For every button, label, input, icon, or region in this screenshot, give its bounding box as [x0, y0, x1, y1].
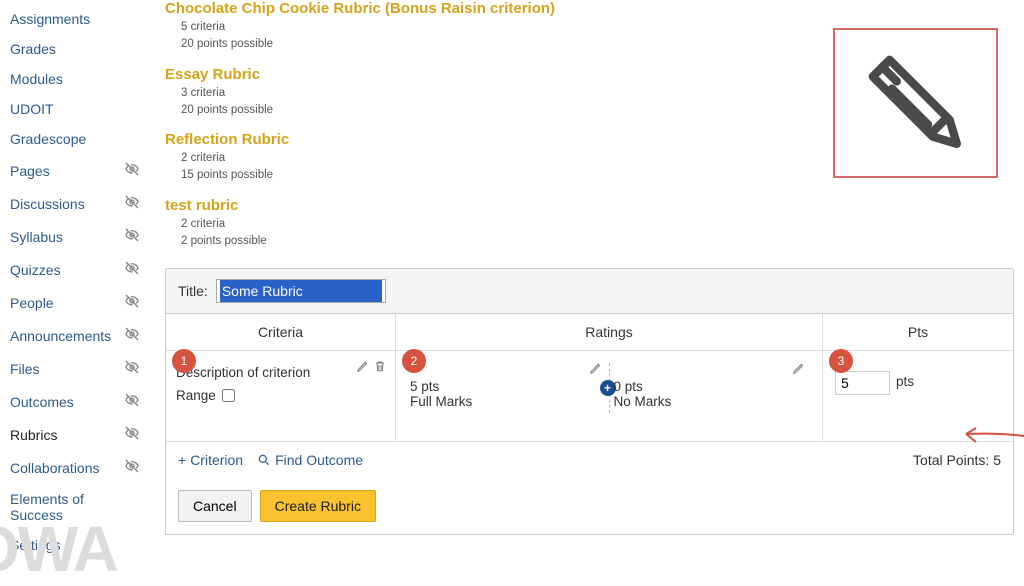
pencil-icon[interactable]: [792, 361, 806, 378]
range-label: Range: [176, 388, 216, 403]
button-row: Cancel Create Rubric: [166, 478, 1013, 534]
iowa-watermark: OWA: [0, 512, 117, 586]
hidden-icon: [124, 227, 140, 246]
hidden-icon: [124, 359, 140, 378]
hidden-icon: [124, 425, 140, 444]
rubric-editor: Title: Criteria 1 Description of criteri…: [165, 268, 1014, 535]
nav-item-discussions[interactable]: Discussions: [6, 187, 144, 220]
nav-item-label: UDOIT: [10, 101, 54, 117]
editor-footer: + Criterion Find Outcome Total Points: 5: [166, 441, 1013, 478]
nav-item-modules[interactable]: Modules: [6, 64, 144, 94]
annotation-arrow: [960, 422, 1024, 452]
nav-item-udoit[interactable]: UDOIT: [6, 94, 144, 124]
title-label: Title:: [178, 283, 208, 299]
points-input[interactable]: [835, 371, 890, 395]
nav-item-collaborations[interactable]: Collaborations: [6, 451, 144, 484]
nav-item-label: Collaborations: [10, 460, 100, 476]
rubric-item: test rubric 2 criteria2 points possible: [165, 197, 1014, 251]
rating-label: No Marks: [614, 394, 809, 409]
criterion-tools: [356, 359, 387, 373]
nav-item-label: Syllabus: [10, 229, 63, 245]
nav-item-label: Grades: [10, 41, 56, 57]
rating-points: 0 pts: [614, 379, 809, 394]
rubric-link[interactable]: test rubric: [165, 197, 1014, 214]
nav-item-people[interactable]: People: [6, 286, 144, 319]
pencil-icon[interactable]: [589, 361, 603, 378]
pts-cell: 3 pts: [823, 351, 1013, 419]
nav-item-label: Modules: [10, 71, 63, 87]
nav-item-quizzes[interactable]: Quizzes: [6, 253, 144, 286]
nav-item-rubrics[interactable]: Rubrics: [6, 418, 144, 451]
hidden-icon: [124, 458, 140, 477]
rating-label: Full Marks: [410, 394, 605, 409]
rating-cell: 5 pts Full Marks: [406, 359, 609, 417]
find-outcome-button[interactable]: Find Outcome: [257, 452, 363, 468]
hidden-icon: [124, 293, 140, 312]
nav-item-announcements[interactable]: Announcements: [6, 319, 144, 352]
points-suffix: pts: [896, 371, 914, 389]
nav-item-gradescope[interactable]: Gradescope: [6, 124, 144, 154]
nav-item-pages[interactable]: Pages: [6, 154, 144, 187]
criterion-description[interactable]: Description of criterion: [176, 365, 385, 380]
nav-item-label: Files: [10, 361, 40, 377]
nav-item-grades[interactable]: Grades: [6, 34, 144, 64]
total-points-display: Total Points: 5: [913, 452, 1001, 468]
rubric-title-input[interactable]: [216, 279, 386, 303]
pencil-icon: [856, 43, 976, 163]
nav-item-label: Assignments: [10, 11, 90, 27]
nav-item-label: Gradescope: [10, 131, 86, 147]
create-rubric-button[interactable]: Create Rubric: [260, 490, 376, 522]
col-header-pts: Pts: [823, 314, 1013, 351]
hidden-icon: [124, 392, 140, 411]
nav-item-label: Pages: [10, 163, 50, 179]
ratings-cell: 2 5 pts Full Marks +: [396, 351, 822, 441]
nav-item-assignments[interactable]: Assignments: [6, 4, 144, 34]
rubric-link[interactable]: Chocolate Chip Cookie Rubric (Bonus Rais…: [165, 0, 1014, 17]
main-content: Chocolate Chip Cookie Rubric (Bonus Rais…: [150, 0, 1024, 576]
annotation-badge: 3: [829, 349, 853, 373]
col-header-ratings: Ratings: [396, 314, 822, 351]
cancel-button[interactable]: Cancel: [178, 490, 252, 522]
course-nav-sidebar: Assignments Grades Modules UDOIT Gradescope P…: [0, 0, 150, 576]
col-header-criteria: Criteria: [166, 314, 395, 351]
trash-icon[interactable]: [373, 359, 387, 373]
rating-points: 5 pts: [410, 379, 605, 394]
nav-item-label: Discussions: [10, 196, 85, 212]
add-criterion-button[interactable]: + Criterion: [178, 452, 243, 468]
nav-item-label: Announcements: [10, 328, 111, 344]
annotation-badge: 2: [402, 349, 426, 373]
pencil-icon[interactable]: [356, 359, 370, 373]
nav-item-label: Quizzes: [10, 262, 61, 278]
nav-item-syllabus[interactable]: Syllabus: [6, 220, 144, 253]
hidden-icon: [124, 260, 140, 279]
rating-cell: 0 pts No Marks: [610, 359, 813, 417]
nav-item-outcomes[interactable]: Outcomes: [6, 385, 144, 418]
criterion-cell: 1 Description of criterion Range: [166, 351, 395, 441]
hidden-icon: [124, 326, 140, 345]
nav-item-label: Rubrics: [10, 427, 57, 443]
nav-item-label: Outcomes: [10, 394, 74, 410]
nav-item-label: People: [10, 295, 54, 311]
hidden-icon: [124, 194, 140, 213]
search-icon: [257, 453, 271, 467]
rubric-meta: 2 criteria2 points possible: [181, 216, 1014, 251]
rubric-editor-header: Title:: [166, 269, 1013, 314]
hidden-icon: [124, 161, 140, 180]
criteria-table: Criteria 1 Description of criterion Rang…: [166, 314, 1013, 441]
annotation-badge: 1: [172, 349, 196, 373]
plus-icon: +: [178, 452, 186, 468]
range-checkbox[interactable]: [222, 389, 235, 402]
nav-item-files[interactable]: Files: [6, 352, 144, 385]
edit-annotation-box: [833, 28, 998, 178]
